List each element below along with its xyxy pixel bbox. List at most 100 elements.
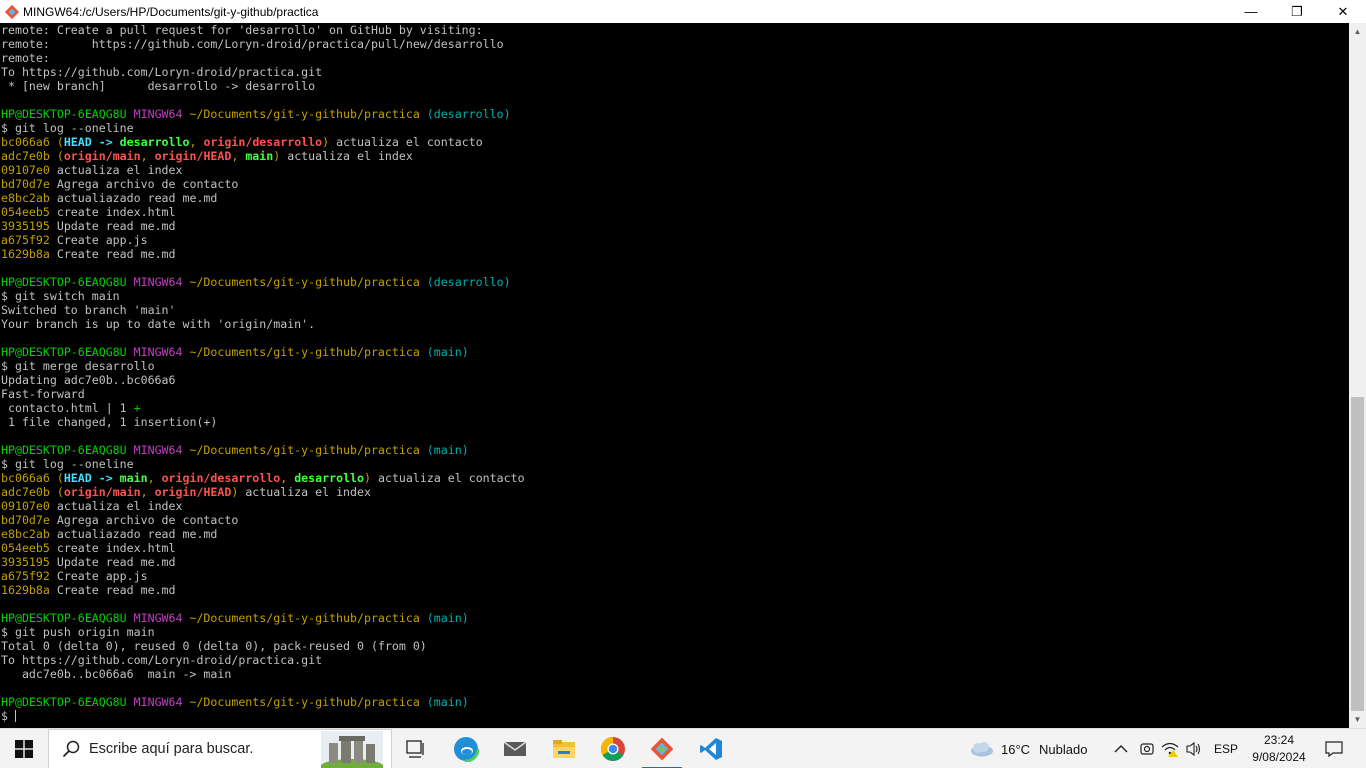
terminal-text-segment: create index.html [56, 541, 176, 555]
terminal-text-segment: 09107e0 [1, 163, 57, 177]
terminal-text-segment: 054eeb5 [1, 205, 57, 219]
terminal-line: e8bc2ab actualiazado read me.md [1, 527, 525, 541]
scroll-up-arrow-icon[interactable]: ▲ [1349, 23, 1366, 40]
terminal-line: 054eeb5 create index.html [1, 541, 525, 555]
terminal-text-segment: MINGW64 [133, 275, 190, 289]
terminal-scrollbar[interactable]: ▲ ▼ [1349, 23, 1366, 728]
window-title: MINGW64:/c/Users/HP/Documents/git-y-gith… [23, 4, 319, 19]
terminal-text-segment: HEAD -> [63, 135, 120, 149]
terminal-text-segment: e8bc2ab [1, 527, 57, 541]
terminal-line: remote: Create a pull request for 'desar… [1, 23, 525, 37]
terminal-line: $ git log --oneline [1, 121, 525, 135]
terminal-text-segment: , [280, 471, 295, 485]
terminal-text-segment: HP@DESKTOP-6EAQG8U [1, 695, 134, 709]
terminal-text-segment: , [147, 471, 162, 485]
terminal-text-segment: contacto.html | 1 [1, 401, 134, 415]
terminal-line: 1629b8a Create read me.md [1, 583, 525, 597]
git-bash-taskbar-icon[interactable] [638, 729, 686, 768]
task-view-icon[interactable] [392, 729, 440, 768]
network-icon[interactable] [1161, 729, 1179, 768]
input-language-indicator[interactable]: ESP [1214, 729, 1238, 768]
terminal-text-segment: MINGW64 [133, 443, 190, 457]
window-titlebar[interactable]: MINGW64:/c/Users/HP/Documents/git-y-gith… [0, 0, 1366, 23]
terminal-line: contacto.html | 1 + [1, 401, 525, 415]
terminal-line: bd70d7e Agrega archivo de contacto [1, 513, 525, 527]
terminal-text-segment: Your branch is up to date with 'origin/m… [1, 317, 316, 331]
terminal-line: 1 file changed, 1 insertion(+) [1, 415, 525, 429]
vscode-glyph-icon [700, 738, 722, 760]
terminal-text-segment: origin/main [63, 485, 141, 499]
terminal-text-segment: To https://github.com/Loryn-droid/practi… [1, 653, 323, 667]
terminal-text-segment: ~/Documents/git-y-github/practica [189, 345, 427, 359]
meet-now-icon[interactable] [1139, 729, 1155, 768]
terminal-text-segment: , [189, 135, 204, 149]
terminal-text-segment: ~/Documents/git-y-github/practica [189, 107, 427, 121]
terminal-line: Updating adc7e0b..bc066a6 [1, 373, 525, 387]
terminal-text-segment: 09107e0 [1, 499, 57, 513]
terminal-output[interactable]: remote: Create a pull request for 'desar… [0, 23, 1349, 728]
maximize-button[interactable]: ❐ [1274, 0, 1320, 23]
terminal-line: HP@DESKTOP-6EAQG8U MINGW64 ~/Documents/g… [1, 611, 525, 625]
weather-widget[interactable]: 16°C Nublado [968, 729, 1087, 768]
terminal-text-segment: actualiza el index [238, 485, 371, 499]
terminal-line: 054eeb5 create index.html [1, 205, 525, 219]
show-hidden-icons-button[interactable] [1114, 729, 1128, 768]
search-placeholder: Escribe aquí para buscar. [89, 741, 254, 757]
terminal-line: a675f92 Create app.js [1, 569, 525, 583]
taskbar-search-box[interactable]: Escribe aquí para buscar. [48, 729, 392, 768]
search-highlight-stonehenge-icon [321, 731, 383, 768]
terminal-text-segment: actualiza el index [56, 163, 183, 177]
terminal-text-segment: ~/Documents/git-y-github/practica [189, 695, 427, 709]
terminal-text-segment: Update read me.md [56, 219, 176, 233]
clock-date: 9/08/2024 [1252, 750, 1306, 764]
close-button[interactable]: ✕ [1320, 0, 1366, 23]
terminal-text-segment: HP@DESKTOP-6EAQG8U [1, 275, 134, 289]
terminal-line: remote: [1, 51, 525, 65]
terminal-line: a675f92 Create app.js [1, 233, 525, 247]
minimize-button[interactable]: — [1228, 0, 1274, 23]
terminal-text-segment: Agrega archivo de contacto [56, 513, 239, 527]
scroll-thumb[interactable] [1351, 397, 1364, 711]
terminal-line: $ git log --oneline [1, 457, 525, 471]
terminal-text-segment: a675f92 [1, 233, 57, 247]
file-explorer-icon[interactable] [540, 729, 588, 768]
terminal-line: bd70d7e Agrega archivo de contacto [1, 177, 525, 191]
terminal-line: 3935195 Update read me.md [1, 555, 525, 569]
terminal-text-segment: actualiza el contacto [329, 135, 483, 149]
terminal-text-segment: (desarrollo) [426, 107, 511, 121]
terminal-line: Switched to branch 'main' [1, 303, 525, 317]
vscode-icon[interactable] [687, 729, 735, 768]
terminal-text-segment: HP@DESKTOP-6EAQG8U [1, 107, 134, 121]
scroll-down-arrow-icon[interactable]: ▼ [1349, 711, 1366, 728]
start-button[interactable] [0, 729, 48, 768]
terminal-line: Your branch is up to date with 'origin/m… [1, 317, 525, 331]
terminal-line: HP@DESKTOP-6EAQG8U MINGW64 ~/Documents/g… [1, 107, 525, 121]
edge-browser-icon[interactable] [442, 729, 490, 768]
terminal-text-segment: actualiza el index [56, 499, 183, 513]
taskbar: Escribe aquí para buscar. 16°C Nublado E… [0, 728, 1366, 768]
mail-icon[interactable] [491, 729, 539, 768]
terminal-text-segment: origin/HEAD [154, 485, 232, 499]
terminal-text-segment: 3935195 [1, 555, 57, 569]
terminal-text-segment: HEAD -> [63, 471, 120, 485]
clock[interactable]: 23:24 9/08/2024 [1246, 732, 1312, 766]
weather-description: Nublado [1039, 741, 1088, 757]
terminal-text-segment: remote: [1, 51, 50, 65]
terminal-line: Total 0 (delta 0), reused 0 (delta 0), p… [1, 639, 525, 653]
notifications-button[interactable] [1316, 729, 1352, 768]
terminal-line: * [new branch] desarrollo -> desarrollo [1, 79, 525, 93]
terminal-text-segment: HP@DESKTOP-6EAQG8U [1, 345, 134, 359]
terminal-text-segment: Create read me.md [56, 247, 176, 261]
terminal-line: HP@DESKTOP-6EAQG8U MINGW64 ~/Documents/g… [1, 695, 525, 709]
chevron-up-icon [1114, 745, 1128, 753]
terminal-text-segment: HP@DESKTOP-6EAQG8U [1, 611, 134, 625]
volume-icon[interactable] [1185, 729, 1203, 768]
chrome-browser-icon[interactable] [589, 729, 637, 768]
terminal-text-segment: $ git log --oneline [1, 457, 134, 471]
folder-icon [553, 740, 575, 758]
terminal-line: bc066a6 (HEAD -> main, origin/desarrollo… [1, 471, 525, 485]
terminal-text-segment: Agrega archivo de contacto [56, 177, 239, 191]
